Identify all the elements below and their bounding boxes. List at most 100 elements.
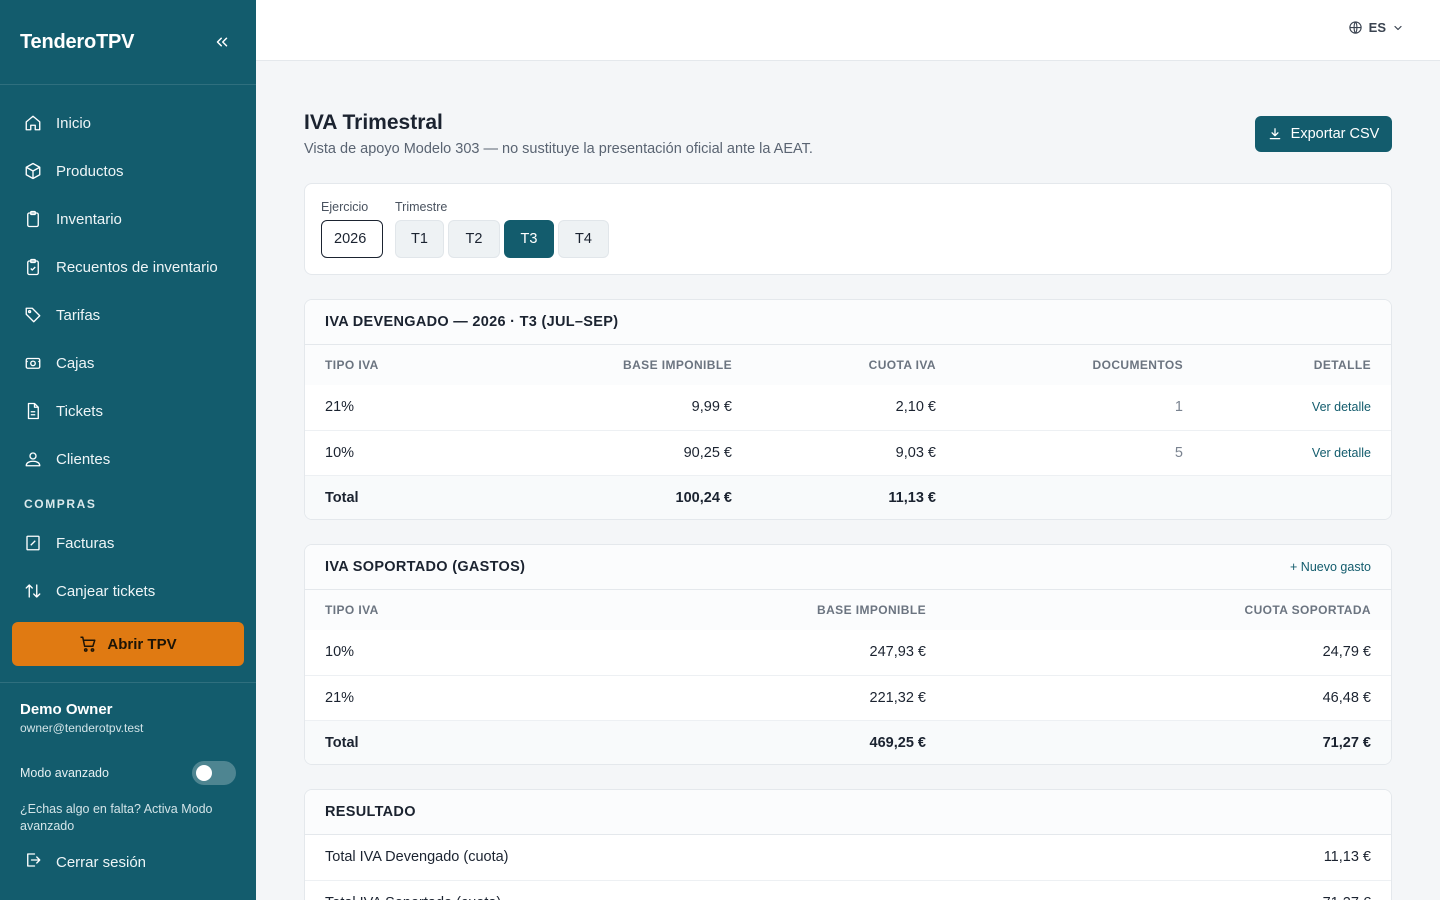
tipo-iva-cell: 21% bbox=[325, 399, 355, 416]
documentos-cell: 1 bbox=[1174, 399, 1183, 416]
total-row: Total 100,24 € 11,13 € bbox=[305, 474, 1391, 519]
total-row: Total 469,25 € 71,27 € bbox=[305, 719, 1391, 764]
sidebar-item-label: Tarifas bbox=[56, 306, 101, 324]
table-row: 10% 247,93 € 24,79 € bbox=[305, 630, 1391, 675]
nuevo-gasto-link[interactable]: + Nuevo gasto bbox=[1290, 560, 1371, 574]
advanced-mode-row: Modo avanzado bbox=[20, 761, 236, 785]
column-header: DOCUMENTOS bbox=[956, 345, 1203, 385]
total-base: 469,25 € bbox=[605, 719, 946, 764]
iva-devengado-table: TIPO IVA BASE IMPONIBLE CUOTA IVA DOCUME… bbox=[305, 345, 1391, 519]
column-header: BASE IMPONIBLE bbox=[605, 590, 946, 630]
quarter-label: Trimestre bbox=[395, 200, 448, 214]
user-block: Demo Owner owner@tenderotpv.test Modo av… bbox=[0, 682, 256, 835]
quarter-t1-button[interactable]: T1 bbox=[395, 220, 444, 258]
user-name: Demo Owner bbox=[20, 701, 113, 718]
iva-soportado-table: TIPO IVA BASE IMPONIBLE CUOTA SOPORTADA … bbox=[305, 590, 1391, 764]
resultado-value: 11,13 € bbox=[1323, 849, 1371, 866]
sidebar-item-canjear-tickets[interactable]: Canjear tickets bbox=[0, 567, 256, 615]
open-tpv-label: Abrir TPV bbox=[107, 635, 177, 653]
open-tpv-button[interactable]: Abrir TPV bbox=[12, 622, 244, 666]
resultado-value: 71,27 € bbox=[1083, 879, 1391, 900]
users-icon bbox=[24, 450, 42, 468]
brand-row: TenderoTPV bbox=[0, 0, 256, 85]
resultado-card: RESULTADO Total IVA Devengado (cuota) 11… bbox=[304, 789, 1392, 900]
column-header: BASE IMPONIBLE bbox=[505, 345, 752, 385]
advanced-mode-toggle[interactable] bbox=[192, 761, 236, 785]
card-title: IVA DEVENGADO — 2026 · T3 (JUL–SEP) bbox=[325, 314, 619, 330]
cuota-soportada-cell: 46,48 € bbox=[946, 674, 1391, 720]
globe-icon bbox=[1348, 21, 1362, 34]
total-base: 100,24 € bbox=[505, 474, 752, 519]
sidebar-item-inicio[interactable]: Inicio bbox=[0, 99, 256, 147]
user-email: owner@tenderotpv.test bbox=[20, 721, 144, 735]
column-header: TIPO IVA bbox=[305, 345, 505, 385]
advanced-mode-label: Modo avanzado bbox=[20, 766, 109, 780]
total-label: Total bbox=[305, 719, 605, 764]
base-imponible-cell: 221,32 € bbox=[605, 674, 946, 720]
card-header: IVA SOPORTADO (GASTOS) + Nuevo gasto bbox=[305, 545, 1391, 590]
card-title: RESULTADO bbox=[325, 804, 416, 820]
language-selector[interactable]: ES bbox=[1348, 20, 1404, 35]
tipo-iva-cell: 10% bbox=[325, 644, 355, 661]
collapse-sidebar-button[interactable] bbox=[208, 28, 236, 56]
chevrons-left-icon bbox=[216, 37, 228, 47]
table-row: Total IVA Soportado (cuota) 71,27 € bbox=[305, 879, 1391, 900]
sidebar-item-productos[interactable]: Productos bbox=[0, 147, 256, 195]
toggle-knob bbox=[196, 765, 212, 781]
export-csv-button[interactable]: Exportar CSV bbox=[1255, 116, 1392, 152]
documentos-cell: 5 bbox=[956, 429, 1203, 475]
topbar: ES bbox=[256, 0, 1440, 61]
page-subtitle: Vista de apoyo Modelo 303 — no sustituye… bbox=[304, 141, 813, 157]
ver-detalle-link[interactable]: Ver detalle bbox=[1312, 400, 1371, 414]
base-imponible-cell: 9,99 € bbox=[691, 399, 732, 416]
sidebar-item-label: Recuentos de inventario bbox=[56, 258, 218, 276]
card-header: RESULTADO bbox=[305, 790, 1391, 835]
iva-soportado-card: IVA SOPORTADO (GASTOS) + Nuevo gasto TIP… bbox=[304, 544, 1392, 765]
logout-button[interactable]: Cerrar sesión bbox=[0, 842, 146, 882]
column-header: DETALLE bbox=[1203, 345, 1391, 385]
table-row: Total IVA Devengado (cuota) 11,13 € bbox=[305, 835, 1391, 880]
table-row: 10% 90,25 € 9,03 € 5 Ver detalle bbox=[305, 429, 1391, 475]
sidebar-item-tarifas[interactable]: Tarifas bbox=[0, 291, 256, 339]
sidebar-item-inventario[interactable]: Inventario bbox=[0, 195, 256, 243]
page-title: IVA Trimestral bbox=[304, 111, 443, 134]
logout-icon bbox=[24, 851, 42, 873]
file-icon bbox=[24, 402, 42, 420]
base-imponible-cell: 247,93 € bbox=[869, 644, 926, 661]
sidebar-item-label: Canjear tickets bbox=[56, 582, 156, 600]
sidebar-item-label: Clientes bbox=[56, 450, 111, 468]
clipboard-check-icon bbox=[24, 258, 42, 276]
card-header: IVA DEVENGADO — 2026 · T3 (JUL–SEP) bbox=[305, 300, 1391, 345]
filters-card: Ejercicio 2026 Trimestre T1 T2 T3 T4 bbox=[304, 183, 1392, 275]
advanced-mode-hint: ¿Echas algo en falta? Activa Modo avanza… bbox=[20, 802, 213, 833]
quarter-t4-button[interactable]: T4 bbox=[558, 220, 609, 258]
total-cuota: 71,27 € bbox=[946, 719, 1391, 764]
column-header: CUOTA IVA bbox=[752, 345, 956, 385]
sidebar-item-recuentos[interactable]: Recuentos de inventario bbox=[0, 243, 256, 291]
table-row: 21% 221,32 € 46,48 € bbox=[305, 674, 1391, 720]
year-input[interactable]: 2026 bbox=[321, 220, 383, 258]
sidebar-item-cajas[interactable]: Cajas bbox=[0, 339, 256, 387]
sidebar-item-clientes[interactable]: Clientes bbox=[0, 435, 256, 483]
sidebar-item-label: Inventario bbox=[56, 210, 122, 228]
quarter-t3-button[interactable]: T3 bbox=[504, 220, 554, 258]
tipo-iva-cell: 21% bbox=[305, 674, 605, 720]
cuota-iva-cell: 9,03 € bbox=[752, 429, 956, 475]
total-cuota: 11,13 € bbox=[752, 474, 956, 519]
table-header-row: TIPO IVA BASE IMPONIBLE CUOTA SOPORTADA bbox=[305, 590, 1391, 630]
tag-icon bbox=[24, 306, 42, 324]
sidebar-item-tickets[interactable]: Tickets bbox=[0, 387, 256, 435]
table-header-row: TIPO IVA BASE IMPONIBLE CUOTA IVA DOCUME… bbox=[305, 345, 1391, 385]
sidebar-item-label: Tickets bbox=[56, 402, 103, 420]
resultado-label: Total IVA Soportado (cuota) bbox=[305, 879, 1084, 900]
swap-icon bbox=[24, 582, 42, 600]
tipo-iva-cell: 10% bbox=[305, 429, 505, 475]
cart-icon bbox=[80, 636, 96, 652]
sidebar-section-compras: COMPRAS bbox=[24, 497, 97, 511]
brand-logo[interactable]: TenderoTPV bbox=[20, 31, 135, 54]
sidebar-item-facturas[interactable]: Facturas bbox=[0, 519, 256, 567]
export-csv-label: Exportar CSV bbox=[1290, 126, 1380, 142]
quarter-t2-button[interactable]: T2 bbox=[448, 220, 500, 258]
cash-register-icon bbox=[24, 354, 42, 372]
ver-detalle-link[interactable]: Ver detalle bbox=[1312, 446, 1371, 460]
